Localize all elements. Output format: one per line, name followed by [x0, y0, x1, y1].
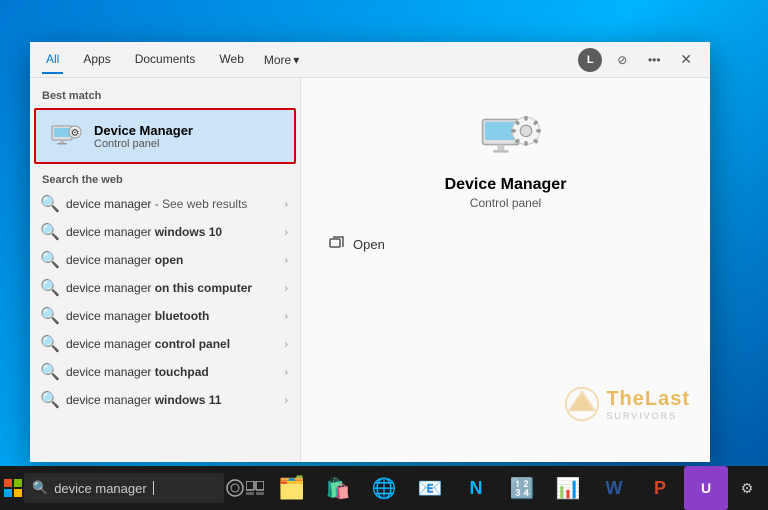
- taskbar-search-icon: 🔍: [32, 480, 48, 496]
- search-icon-1: 🔍: [42, 196, 58, 212]
- system-tray: ⚙ 🖥 🔊 4:30 PM 1/1/2023: [732, 466, 768, 510]
- search-web-label: Search the web: [30, 166, 300, 190]
- taskbar-chrome[interactable]: 🌐: [362, 466, 406, 510]
- taskbar-excel[interactable]: 📊: [546, 466, 590, 510]
- taskbar-search-bar[interactable]: 🔍 device manager: [24, 473, 224, 503]
- user-avatar[interactable]: L: [578, 48, 602, 72]
- web-result-4[interactable]: 🔍 device manager on this computer ›: [30, 274, 300, 302]
- tab-all[interactable]: All: [42, 46, 63, 74]
- search-icon-6: 🔍: [42, 336, 58, 352]
- web-result-6[interactable]: 🔍 device manager control panel ›: [30, 330, 300, 358]
- right-app-subtitle: Control panel: [470, 196, 541, 210]
- text-cursor: [153, 481, 154, 495]
- chevron-right-icon-1: ›: [285, 199, 288, 210]
- tab-web[interactable]: Web: [215, 46, 247, 74]
- search-tabs: All Apps Documents Web More ▾ L ⊘ ••• ✕: [30, 42, 710, 78]
- chevron-right-icon-6: ›: [285, 339, 288, 350]
- search-icon-4: 🔍: [42, 280, 58, 296]
- search-icon-8: 🔍: [42, 392, 58, 408]
- search-icon-7: 🔍: [42, 364, 58, 380]
- search-icon-2: 🔍: [42, 224, 58, 240]
- watermark-brand: TheLast: [606, 388, 690, 411]
- search-window: All Apps Documents Web More ▾ L ⊘ ••• ✕ …: [30, 42, 710, 462]
- tab-controls: L ⊘ ••• ✕: [578, 47, 698, 72]
- tab-more[interactable]: More ▾: [264, 53, 299, 67]
- taskbar-notepad[interactable]: N: [454, 466, 498, 510]
- chevron-right-icon-3: ›: [285, 255, 288, 266]
- open-window-icon: [329, 236, 345, 252]
- web-result-2[interactable]: 🔍 device manager windows 10 ›: [30, 218, 300, 246]
- task-view-button[interactable]: [246, 466, 264, 510]
- chevron-right-icon-4: ›: [285, 283, 288, 294]
- chevron-right-icon-8: ›: [285, 395, 288, 406]
- chevron-right-icon-5: ›: [285, 311, 288, 322]
- close-button[interactable]: ✕: [674, 47, 698, 72]
- chevron-right-icon-2: ›: [285, 227, 288, 238]
- chevron-down-icon: ▾: [293, 53, 299, 67]
- web-result-1[interactable]: 🔍 device manager - See web results ›: [30, 190, 300, 218]
- svg-text:⚙: ⚙: [71, 128, 80, 139]
- right-actions: Open: [321, 230, 690, 258]
- start-button[interactable]: [4, 466, 22, 510]
- open-label: Open: [353, 237, 385, 252]
- taskbar-app6[interactable]: 🔢: [500, 466, 544, 510]
- search-icon-3: 🔍: [42, 252, 58, 268]
- best-match-text: Device Manager Control panel: [94, 123, 193, 150]
- desktop: All Apps Documents Web More ▾ L ⊘ ••• ✕ …: [0, 0, 768, 510]
- web-result-5[interactable]: 🔍 device manager bluetooth ›: [30, 302, 300, 330]
- right-panel: Device Manager Control panel Open: [300, 78, 710, 462]
- tray-network-icon[interactable]: 🖥: [764, 466, 768, 510]
- device-manager-icon-small: ⚙: [48, 118, 84, 154]
- tab-documents[interactable]: Documents: [131, 46, 200, 74]
- web-result-8[interactable]: 🔍 device manager windows 11 ›: [30, 386, 300, 414]
- cortana-button[interactable]: [226, 466, 244, 510]
- best-match-name: Device Manager: [94, 123, 193, 138]
- taskbar-explorer[interactable]: 🗂️: [270, 466, 314, 510]
- left-panel: Best match ⚙: [30, 78, 300, 462]
- chevron-right-icon-7: ›: [285, 367, 288, 378]
- taskbar-store[interactable]: 🛍️: [316, 466, 360, 510]
- best-match-label: Best match: [30, 86, 300, 106]
- device-manager-icon-large: [478, 108, 534, 164]
- watermark: TheLast SURVIVORS: [564, 386, 690, 422]
- taskbar-search-input[interactable]: device manager: [54, 481, 147, 496]
- taskbar-mail[interactable]: 📧: [408, 466, 452, 510]
- taskbar-apps: 🗂️ 🛍️ 🌐 📧 N 🔢 📊 W P U: [270, 466, 728, 510]
- search-icon-5: 🔍: [42, 308, 58, 324]
- taskbar-powerpoint[interactable]: P: [638, 466, 682, 510]
- tab-apps[interactable]: Apps: [79, 46, 114, 74]
- web-result-7[interactable]: 🔍 device manager touchpad ›: [30, 358, 300, 386]
- taskbar-word[interactable]: W: [592, 466, 636, 510]
- right-app-name: Device Manager: [445, 176, 567, 194]
- action-open[interactable]: Open: [321, 230, 690, 258]
- web-result-3[interactable]: 🔍 device manager open ›: [30, 246, 300, 274]
- watermark-sub: SURVIVORS: [606, 411, 677, 421]
- best-match-subtitle: Control panel: [94, 138, 193, 150]
- more-options-icon[interactable]: •••: [642, 48, 666, 72]
- taskbar-app9[interactable]: U: [684, 466, 728, 510]
- taskbar: 🔍 device manager 🗂️ 🛍️ 🌐 📧 N 🔢 📊 W P U: [0, 466, 768, 510]
- tray-settings-icon[interactable]: ⚙: [732, 466, 762, 510]
- search-content: Best match ⚙: [30, 78, 710, 462]
- best-match-item[interactable]: ⚙ Device Manager Control panel: [34, 108, 296, 164]
- person-icon[interactable]: ⊘: [610, 48, 634, 72]
